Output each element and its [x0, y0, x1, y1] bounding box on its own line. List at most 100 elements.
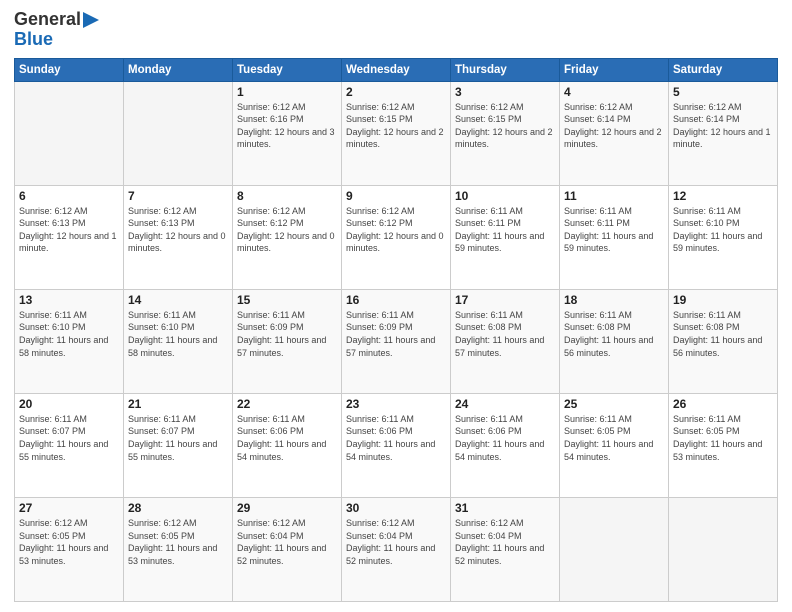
- day-number: 6: [19, 189, 119, 203]
- calendar-cell: 27 Sunrise: 6:12 AMSunset: 6:05 PMDayligh…: [15, 497, 124, 601]
- day-info: Sunrise: 6:11 AMSunset: 6:11 PMDaylight:…: [455, 205, 555, 255]
- day-number: 7: [128, 189, 228, 203]
- day-number: 12: [673, 189, 773, 203]
- calendar-cell: 5Sunrise: 6:12 AMSunset: 6:14 PMDaylight…: [669, 81, 778, 185]
- day-info: Sunrise: 6:11 AMSunset: 6:08 PMDaylight:…: [564, 309, 664, 359]
- day-number: 4: [564, 85, 664, 99]
- day-number: 1: [237, 85, 337, 99]
- calendar-cell: 31 Sunrise: 6:12 AMSunset: 6:04 PMDayligh…: [451, 497, 560, 601]
- day-info: Sunrise: 6:11 AMSunset: 6:06 PMDaylight:…: [346, 413, 446, 463]
- day-number: 13: [19, 293, 119, 307]
- day-number: 25: [564, 397, 664, 411]
- calendar-cell: 25 Sunrise: 6:11 AMSunset: 6:05 PMDayligh…: [560, 393, 669, 497]
- calendar-cell: 28 Sunrise: 6:12 AMSunset: 6:05 PMDayligh…: [124, 497, 233, 601]
- logo-general: General: [14, 10, 99, 30]
- calendar-cell: 17Sunrise: 6:11 AMSunset: 6:08 PMDayligh…: [451, 289, 560, 393]
- calendar-cell: 2 Sunrise: 6:12 AMSunset: 6:15 PMDaylight…: [342, 81, 451, 185]
- calendar-cell: 4 Sunrise: 6:12 AMSunset: 6:14 PMDaylight…: [560, 81, 669, 185]
- day-info: Sunrise: 6:11 AMSunset: 6:05 PMDaylight:…: [564, 413, 664, 463]
- day-info: Sunrise: 6:11 AMSunset: 6:08 PMDaylight:…: [673, 309, 773, 359]
- calendar-cell: 26 Sunrise: 6:11 AMSunset: 6:05 PMDayligh…: [669, 393, 778, 497]
- day-info: Sunrise: 6:12 AMSunset: 6:04 PMDaylight:…: [346, 517, 446, 567]
- day-number: 15: [237, 293, 337, 307]
- day-number: 22: [237, 397, 337, 411]
- calendar-cell: 20 Sunrise: 6:11 AMSunset: 6:07 PMDayligh…: [15, 393, 124, 497]
- calendar-cell: 19Sunrise: 6:11 AMSunset: 6:08 PMDayligh…: [669, 289, 778, 393]
- calendar-cell: 21Sunrise: 6:11 AMSunset: 6:07 PMDayligh…: [124, 393, 233, 497]
- week-row-4: 20 Sunrise: 6:11 AMSunset: 6:07 PMDayligh…: [15, 393, 778, 497]
- calendar-cell: 8Sunrise: 6:12 AMSunset: 6:12 PMDaylight…: [233, 185, 342, 289]
- day-info: Sunrise: 6:12 AMSunset: 6:15 PMDaylight:…: [455, 101, 555, 151]
- day-number: 16: [346, 293, 446, 307]
- day-number: 2: [346, 85, 446, 99]
- day-number: 14: [128, 293, 228, 307]
- day-number: 26: [673, 397, 773, 411]
- calendar-header: SundayMondayTuesdayWednesdayThursdayFrid…: [15, 58, 778, 81]
- day-number: 24: [455, 397, 555, 411]
- day-info: Sunrise: 6:12 AMSunset: 6:13 PMDaylight:…: [19, 205, 119, 255]
- weekday-tuesday: Tuesday: [233, 58, 342, 81]
- weekday-sunday: Sunday: [15, 58, 124, 81]
- day-info: Sunrise: 6:11 AMSunset: 6:10 PMDaylight:…: [128, 309, 228, 359]
- calendar-cell: 22 Sunrise: 6:11 AMSunset: 6:06 PMDayligh…: [233, 393, 342, 497]
- day-number: 28: [128, 501, 228, 515]
- calendar-cell: 3 Sunrise: 6:12 AMSunset: 6:15 PMDaylight…: [451, 81, 560, 185]
- weekday-row: SundayMondayTuesdayWednesdayThursdayFrid…: [15, 58, 778, 81]
- page: General Blue SundayMondayTuesdayWednesda…: [0, 0, 792, 612]
- day-number: 31: [455, 501, 555, 515]
- calendar-cell: [15, 81, 124, 185]
- day-info: Sunrise: 6:12 AMSunset: 6:13 PMDaylight:…: [128, 205, 228, 255]
- calendar-cell: [560, 497, 669, 601]
- day-info: Sunrise: 6:12 AMSunset: 6:05 PMDaylight:…: [128, 517, 228, 567]
- calendar-table: SundayMondayTuesdayWednesdayThursdayFrid…: [14, 58, 778, 602]
- calendar-cell: 15 Sunrise: 6:11 AMSunset: 6:09 PMDayligh…: [233, 289, 342, 393]
- calendar-cell: 1 Sunrise: 6:12 AMSunset: 6:16 PMDaylight…: [233, 81, 342, 185]
- day-info: Sunrise: 6:12 AMSunset: 6:04 PMDaylight:…: [237, 517, 337, 567]
- day-info: Sunrise: 6:12 AMSunset: 6:04 PMDaylight:…: [455, 517, 555, 567]
- week-row-1: 1 Sunrise: 6:12 AMSunset: 6:16 PMDaylight…: [15, 81, 778, 185]
- calendar-cell: 9 Sunrise: 6:12 AMSunset: 6:12 PMDaylight…: [342, 185, 451, 289]
- day-info: Sunrise: 6:12 AMSunset: 6:12 PMDaylight:…: [346, 205, 446, 255]
- logo-blue: Blue: [14, 30, 53, 50]
- header: General Blue: [14, 10, 778, 50]
- calendar-cell: 14 Sunrise: 6:11 AMSunset: 6:10 PMDayligh…: [124, 289, 233, 393]
- day-number: 29: [237, 501, 337, 515]
- weekday-monday: Monday: [124, 58, 233, 81]
- week-row-3: 13 Sunrise: 6:11 AMSunset: 6:10 PMDayligh…: [15, 289, 778, 393]
- day-info: Sunrise: 6:12 AMSunset: 6:15 PMDaylight:…: [346, 101, 446, 151]
- day-number: 27: [19, 501, 119, 515]
- day-number: 23: [346, 397, 446, 411]
- weekday-saturday: Saturday: [669, 58, 778, 81]
- day-number: 11: [564, 189, 664, 203]
- week-row-5: 27 Sunrise: 6:12 AMSunset: 6:05 PMDayligh…: [15, 497, 778, 601]
- day-info: Sunrise: 6:11 AMSunset: 6:07 PMDaylight:…: [19, 413, 119, 463]
- calendar-cell: [669, 497, 778, 601]
- day-number: 3: [455, 85, 555, 99]
- day-number: 18: [564, 293, 664, 307]
- calendar-cell: 23 Sunrise: 6:11 AMSunset: 6:06 PMDayligh…: [342, 393, 451, 497]
- day-number: 8: [237, 189, 337, 203]
- day-info: Sunrise: 6:11 AMSunset: 6:07 PMDaylight:…: [128, 413, 228, 463]
- day-info: Sunrise: 6:12 AMSunset: 6:05 PMDaylight:…: [19, 517, 119, 567]
- day-info: Sunrise: 6:11 AMSunset: 6:09 PMDaylight:…: [237, 309, 337, 359]
- day-info: Sunrise: 6:12 AMSunset: 6:14 PMDaylight:…: [564, 101, 664, 151]
- day-info: Sunrise: 6:11 AMSunset: 6:05 PMDaylight:…: [673, 413, 773, 463]
- logo: General Blue: [14, 10, 99, 50]
- day-info: Sunrise: 6:11 AMSunset: 6:10 PMDaylight:…: [19, 309, 119, 359]
- day-number: 30: [346, 501, 446, 515]
- calendar-cell: 16 Sunrise: 6:11 AMSunset: 6:09 PMDayligh…: [342, 289, 451, 393]
- day-info: Sunrise: 6:11 AMSunset: 6:08 PMDaylight:…: [455, 309, 555, 359]
- day-info: Sunrise: 6:11 AMSunset: 6:09 PMDaylight:…: [346, 309, 446, 359]
- day-number: 9: [346, 189, 446, 203]
- day-number: 20: [19, 397, 119, 411]
- calendar-body: 1 Sunrise: 6:12 AMSunset: 6:16 PMDaylight…: [15, 81, 778, 601]
- weekday-thursday: Thursday: [451, 58, 560, 81]
- day-info: Sunrise: 6:12 AMSunset: 6:16 PMDaylight:…: [237, 101, 337, 151]
- day-info: Sunrise: 6:11 AMSunset: 6:06 PMDaylight:…: [237, 413, 337, 463]
- calendar-cell: [124, 81, 233, 185]
- week-row-2: 6 Sunrise: 6:12 AMSunset: 6:13 PMDaylight…: [15, 185, 778, 289]
- weekday-friday: Friday: [560, 58, 669, 81]
- day-number: 5: [673, 85, 773, 99]
- calendar-cell: 13 Sunrise: 6:11 AMSunset: 6:10 PMDayligh…: [15, 289, 124, 393]
- calendar-cell: 7 Sunrise: 6:12 AMSunset: 6:13 PMDaylight…: [124, 185, 233, 289]
